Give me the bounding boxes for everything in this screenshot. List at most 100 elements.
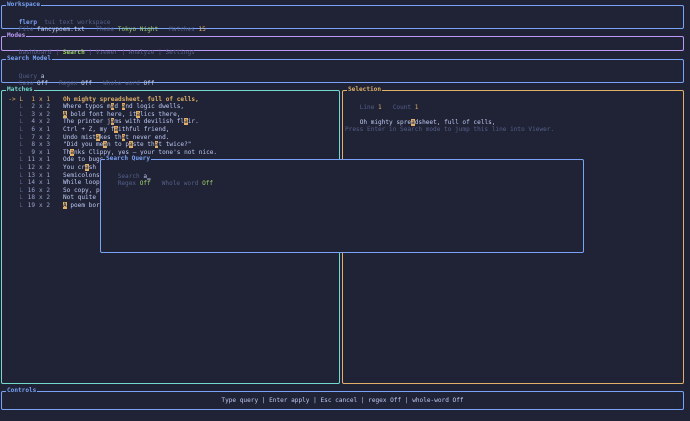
match-count: x 2: [39, 201, 51, 209]
match-line-number: 12: [27, 163, 35, 171]
match-line-number: 18: [27, 194, 35, 202]
modal-whole-word-toggle[interactable]: Off: [202, 180, 213, 187]
match-row-prefix: L: [19, 103, 23, 111]
match-row-prefix: L: [19, 125, 23, 133]
match-text: t never end.: [125, 133, 170, 141]
tab-separator: |: [158, 48, 162, 56]
match-count: x 1: [39, 125, 51, 133]
match-text: d: [114, 103, 122, 111]
tab-viewer[interactable]: Viewer: [96, 49, 118, 56]
match-text: nd logic dwells,: [125, 103, 185, 111]
tab-settings[interactable]: Settings: [166, 49, 195, 56]
match-text: Where typos m: [63, 103, 111, 111]
controls-hint: Type query | Enter apply | Esc cancel | …: [221, 397, 464, 404]
match-line-number: 16: [27, 186, 35, 194]
modal-whole-word-label: Whole word: [161, 180, 199, 188]
match-line-number: 7: [31, 133, 35, 141]
matches-count-label: Matches: [169, 26, 195, 34]
case-value: Off: [37, 80, 49, 88]
match-row-prefix: L: [19, 201, 23, 209]
line-value: 1: [378, 103, 382, 111]
match-row[interactable]: L6x 1 Ctrl + Z, my faithful friend,: [2, 125, 339, 134]
controls-panel: Controls Type query | Enter apply | Esc …: [1, 387, 684, 410]
match-text: You cr: [63, 163, 86, 171]
match-row-prefix: L: [19, 118, 23, 126]
whole-word-value: Off: [143, 80, 155, 88]
count-label: Count: [392, 103, 412, 111]
tab-analyze[interactable]: Analyze: [129, 49, 155, 56]
match-count: x 2: [39, 194, 51, 202]
match-row-prefix: L: [19, 110, 23, 118]
match-count: x 2: [39, 163, 51, 171]
match-count: x 1: [39, 156, 51, 164]
regex-label: Regex: [59, 80, 78, 88]
match-row-prefix: L: [19, 148, 23, 156]
match-row[interactable]: L2x 2 Where typos mad and logic dwells,: [2, 103, 339, 111]
match-line-number: 2: [31, 103, 35, 111]
search-query-title: Search Query: [105, 155, 152, 163]
match-line-number: 14: [27, 179, 35, 187]
selection-title: Selection: [347, 86, 383, 94]
match-line-number: 19: [27, 201, 35, 209]
workspace-panel: Workspace flerp tui text workspace File …: [1, 1, 684, 33]
match-row-prefix: L: [19, 179, 23, 187]
match-text: ste th: [132, 141, 155, 149]
match-line-number: 3: [31, 110, 35, 118]
search-model-panel: Search Model Query a Case Off Regex Off …: [1, 55, 684, 87]
match-count: x 2: [39, 186, 51, 194]
modes-panel: Modes Dashboard | Search | Viewer | Anal…: [1, 32, 684, 56]
match-count: x 2: [39, 110, 51, 118]
match-text: kes th: [99, 133, 122, 141]
tab-separator: |: [121, 48, 126, 56]
selected-line-text-after: dsheet, full of cells,: [414, 118, 496, 126]
modal-regex-toggle[interactable]: Off: [140, 180, 151, 187]
regex-value: Off: [81, 80, 93, 88]
match-row-prefix: L: [19, 171, 23, 179]
line-label: Line: [359, 103, 375, 111]
tab-separator: |: [88, 48, 93, 56]
file-value: fancypoem.txt: [37, 26, 85, 34]
match-row[interactable]: L9x 1 Thanks Clippy, yes — your tone's no…: [2, 148, 339, 157]
match-row-prefix: L: [19, 156, 23, 164]
match-text: ithful friend,: [118, 125, 170, 133]
match-text: So copy, p: [63, 186, 100, 194]
match-row[interactable]: L8x 3 "Did you mean to paste that twice?": [2, 141, 339, 149]
count-value: 1: [414, 103, 419, 111]
match-line-number: 11: [27, 156, 35, 164]
match-row-prefix: L: [19, 186, 23, 194]
match-text: lics there,: [140, 110, 181, 118]
tab-search[interactable]: Search: [63, 49, 85, 56]
match-row[interactable]: L4x 2 The printer jams with devilish flai…: [2, 118, 339, 126]
tab-separator: |: [55, 48, 60, 56]
match-text: ir.: [187, 118, 199, 126]
match-line-number: 1: [31, 95, 35, 103]
match-text: Not quite l: [63, 194, 104, 202]
workspace-title: Workspace: [6, 1, 42, 9]
match-count: x 2: [39, 118, 51, 126]
selection-hint: Press Enter in Search mode to jump this …: [345, 126, 555, 133]
matches-title: Matches: [6, 86, 34, 94]
match-line-number: 13: [27, 171, 35, 179]
theme-value: Tokyo Night: [117, 26, 159, 34]
matches-count-value: 15: [198, 26, 206, 34]
match-row-prefix: L: [19, 133, 23, 141]
match-line-number: 8: [31, 141, 35, 149]
search-query-modal[interactable]: Search Query Search a▁ Regex Off Whole w…: [100, 155, 584, 253]
match-row[interactable]: L7x 2 Undo mistakes that never end.: [2, 133, 339, 142]
match-row-prefix: L: [19, 163, 23, 171]
match-text: "Did you me: [63, 141, 104, 149]
match-row[interactable]: L3x 2A bold font here, italics there,: [2, 110, 339, 119]
match-row-prefix: L: [19, 194, 23, 202]
theme-label: Theme: [95, 26, 115, 34]
match-count: x 1: [39, 171, 51, 179]
match-row-prefix: -> L: [8, 95, 23, 103]
match-row[interactable]: -> L 1 x 1 Oh mighty spreadsheet, full of c…: [2, 96, 339, 104]
match-text: t twice?": [158, 141, 192, 149]
match-count: x 3: [39, 141, 51, 149]
match-text: Undo mist: [63, 133, 97, 141]
selected-line-text-before: Oh mighty spre: [359, 118, 412, 126]
modal-regex-label: Regex: [117, 180, 137, 188]
match-text: Semicolons: [63, 171, 104, 179]
match-text: n to p: [107, 141, 130, 149]
match-line-number: 4: [31, 118, 35, 126]
